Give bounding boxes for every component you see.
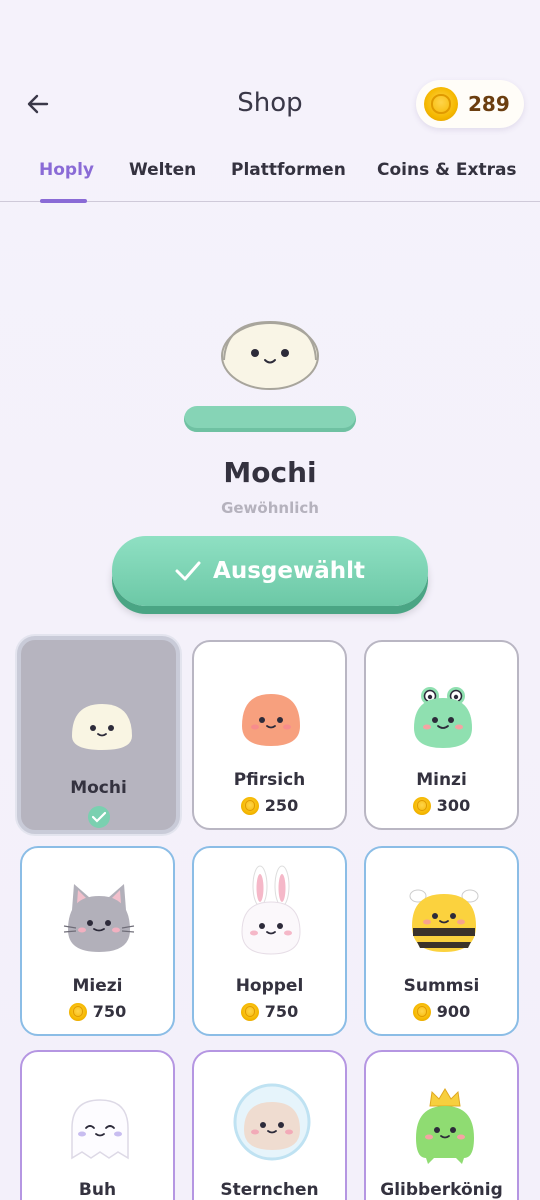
card-name: Summsi — [403, 976, 480, 996]
card-price: 750 — [22, 1002, 173, 1021]
sternchen-astronaut-icon — [233, 1083, 311, 1161]
selected-button[interactable]: Ausgewählt — [112, 536, 428, 606]
preview-name: Mochi — [223, 456, 317, 489]
selected-button-label: Ausgewählt — [213, 558, 365, 584]
coin-icon — [68, 1002, 87, 1021]
card-mochi[interactable]: Mochi — [17, 636, 180, 834]
header: Shop 289 — [0, 72, 540, 136]
card-name: Buh — [78, 1180, 117, 1200]
tab-hoply[interactable]: Hoply — [39, 160, 94, 180]
minzi-frog-icon — [414, 687, 472, 748]
card-pfirsich[interactable]: Pfirsich 250 — [192, 640, 347, 830]
card-price: 300 — [366, 796, 517, 815]
card-price: 250 — [194, 796, 345, 815]
summsi-bee-icon — [409, 889, 479, 952]
card-name: Mochi — [70, 778, 127, 798]
coin-balance[interactable]: 289 — [416, 80, 524, 128]
coin-icon — [412, 796, 431, 815]
card-name: Sternchen — [220, 1180, 319, 1200]
coin-icon — [424, 87, 458, 121]
tab-plattformen[interactable]: Plattformen — [231, 160, 346, 180]
tab-bar: Hoply Welten Plattformen Coins & Extras — [0, 152, 540, 203]
tab-indicator — [40, 199, 87, 203]
card-name: Pfirsich — [233, 770, 306, 790]
card-name: Miezi — [72, 976, 123, 996]
card-hoppel[interactable]: Hoppel 750 — [192, 846, 347, 1036]
hoppel-bunny-icon — [241, 865, 301, 955]
card-price: 750 — [194, 1002, 345, 1021]
coin-icon — [240, 1002, 259, 1021]
mochi-icon — [72, 704, 132, 750]
buh-ghost-icon — [71, 1099, 129, 1160]
miezi-cat-icon — [63, 884, 135, 952]
selected-check-icon — [88, 806, 110, 828]
card-price: 900 — [366, 1002, 517, 1021]
card-summsi[interactable]: Summsi 900 — [364, 846, 519, 1036]
tab-coins-extras[interactable]: Coins & Extras — [377, 160, 517, 180]
check-icon — [175, 561, 201, 581]
card-name: Hoppel — [235, 976, 304, 996]
mochi-icon — [221, 320, 319, 390]
coin-count: 289 — [468, 92, 510, 116]
coin-icon — [240, 796, 259, 815]
card-sternchen[interactable]: Sternchen — [192, 1050, 347, 1200]
platform — [184, 406, 356, 442]
card-name: Glibberkönig — [380, 1180, 503, 1200]
glibberkoenig-crown-icon — [416, 1088, 474, 1164]
shop-screen: Shop 289 Hoply Welten Plattformen Coins … — [0, 0, 540, 1200]
coin-icon — [412, 1002, 431, 1021]
tab-welten[interactable]: Welten — [129, 160, 196, 180]
card-glibberkoenig[interactable]: Glibberkönig — [364, 1050, 519, 1200]
card-miezi[interactable]: Miezi 750 — [20, 846, 175, 1036]
card-name: Minzi — [416, 770, 467, 790]
card-buh[interactable]: Buh — [20, 1050, 175, 1200]
preview-rarity: Gewöhnlich — [221, 499, 319, 517]
card-minzi[interactable]: Minzi 300 — [364, 640, 519, 830]
pfirsich-icon — [242, 694, 300, 746]
